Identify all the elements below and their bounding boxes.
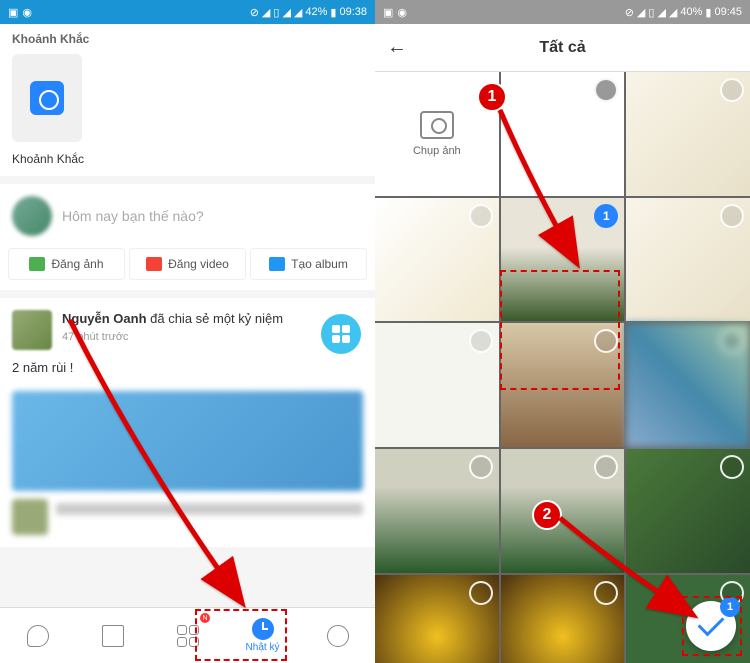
select-circle[interactable] xyxy=(594,581,618,605)
gallery-item-selected[interactable]: 1 xyxy=(501,198,625,322)
select-circle[interactable] xyxy=(594,78,618,102)
post-video-button[interactable]: Đăng video xyxy=(129,248,246,280)
select-circle[interactable] xyxy=(720,78,744,102)
feed-item[interactable]: Nguyễn Oanh đã chia sẻ một kỷ niệm 47 ph… xyxy=(0,298,375,547)
grid-icon xyxy=(332,325,350,343)
post-video-label: Đăng video xyxy=(168,257,229,271)
sim-icon: ▯ xyxy=(648,6,654,19)
signal-icon: ◢ xyxy=(657,6,665,19)
select-badge[interactable]: 1 xyxy=(594,204,618,228)
camera-icon xyxy=(30,81,64,115)
battery-icon: ▮ xyxy=(330,6,336,19)
feed-text: 2 năm rùi ! xyxy=(12,350,363,385)
rotate-icon: ◉ xyxy=(397,6,407,19)
gallery-item[interactable] xyxy=(626,198,750,322)
gallery-item[interactable] xyxy=(501,449,625,573)
nav-badge: N xyxy=(199,612,211,624)
album-icon xyxy=(269,257,285,271)
select-circle[interactable] xyxy=(469,455,493,479)
gallery-item[interactable] xyxy=(501,72,625,196)
create-album-button[interactable]: Tạo album xyxy=(250,248,367,280)
picker-title[interactable]: Tất cả xyxy=(387,39,738,57)
create-album-label: Tạo album xyxy=(291,257,348,271)
nav-discover[interactable]: N xyxy=(150,608,225,663)
select-circle[interactable] xyxy=(469,204,493,228)
clock-text: 09:45 xyxy=(714,6,742,18)
gallery-item[interactable] xyxy=(375,575,499,663)
bottom-nav: N Nhật ký xyxy=(0,607,375,663)
sim-icon: ▯ xyxy=(273,6,279,19)
blurred-text xyxy=(56,503,363,515)
select-circle[interactable] xyxy=(594,455,618,479)
select-circle[interactable] xyxy=(469,329,493,353)
gallery-item[interactable] xyxy=(501,575,625,663)
nav-timeline[interactable]: Nhật ký xyxy=(225,608,300,663)
gallery-item[interactable] xyxy=(626,449,750,573)
clock-text: 09:38 xyxy=(339,6,367,18)
confirm-count-badge: 1 xyxy=(720,597,740,617)
select-circle[interactable] xyxy=(594,329,618,353)
post-photo-button[interactable]: Đăng ảnh xyxy=(8,248,125,280)
feed-action: đã chia sẻ một kỷ niệm xyxy=(147,311,284,326)
status-bar: ▣ ◉ ⊘ ◢ ▯ ◢ ◢ 40% ▮ 09:45 xyxy=(375,0,750,24)
step-badge-1: 1 xyxy=(477,82,507,112)
nav-timeline-label: Nhật ký xyxy=(246,642,280,653)
status-bar: ▣ ◉ ⊘ ◢ ▯ ◢ ◢ 42% ▮ 09:38 xyxy=(0,0,375,24)
contact-icon xyxy=(102,625,124,647)
signal-icon: ◢ xyxy=(669,6,677,19)
signal-icon: ◢ xyxy=(282,6,290,19)
step-badge-2: 2 xyxy=(532,500,562,530)
check-icon xyxy=(698,610,725,637)
picker-header: ← Tất cả xyxy=(375,24,750,72)
gallery-item[interactable] xyxy=(375,449,499,573)
apps-icon xyxy=(177,625,199,647)
mute-icon: ⊘ xyxy=(250,6,259,19)
quick-apps-button[interactable] xyxy=(321,314,361,354)
image-icon xyxy=(29,257,45,271)
chat-icon xyxy=(27,625,49,647)
confirm-button[interactable]: 1 xyxy=(686,601,736,651)
gallery-grid: Chụp ảnh 1 xyxy=(375,72,750,663)
avatar xyxy=(12,310,52,350)
screenshot-icon: ▣ xyxy=(383,6,393,19)
feed-author: Nguyễn Oanh xyxy=(62,311,147,326)
gallery-item[interactable] xyxy=(626,72,750,196)
signal-icon: ◢ xyxy=(294,6,302,19)
gallery-item[interactable] xyxy=(375,323,499,447)
select-circle[interactable] xyxy=(720,329,744,353)
user-icon xyxy=(327,625,349,647)
story-caption: Khoảnh Khắc xyxy=(0,152,375,176)
battery-icon: ▮ xyxy=(705,6,711,19)
camera-icon xyxy=(420,111,454,139)
gallery-item[interactable] xyxy=(375,198,499,322)
select-circle[interactable] xyxy=(720,455,744,479)
battery-text: 42% xyxy=(305,6,327,18)
compose-row[interactable]: Hôm nay bạn thế nào? xyxy=(0,184,375,248)
clock-icon xyxy=(252,618,274,640)
gallery-item[interactable] xyxy=(501,323,625,447)
wifi-icon: ◢ xyxy=(637,6,645,19)
nav-messages[interactable] xyxy=(0,608,75,663)
battery-text: 40% xyxy=(680,6,702,18)
select-circle[interactable] xyxy=(469,581,493,605)
capture-label: Chụp ảnh xyxy=(413,145,461,157)
feed-attachment[interactable] xyxy=(12,391,363,491)
screenshot-icon: ▣ xyxy=(8,6,18,19)
avatar xyxy=(12,196,52,236)
avatar xyxy=(12,499,48,535)
compose-placeholder: Hôm nay bạn thế nào? xyxy=(62,208,204,224)
select-circle[interactable] xyxy=(720,204,744,228)
rotate-icon: ◉ xyxy=(22,6,32,19)
mute-icon: ⊘ xyxy=(625,6,634,19)
stories-label: Khoảnh Khắc xyxy=(0,24,375,50)
post-photo-label: Đăng ảnh xyxy=(51,257,103,271)
video-icon xyxy=(146,257,162,271)
gallery-item[interactable] xyxy=(626,323,750,447)
wifi-icon: ◢ xyxy=(262,6,270,19)
nav-profile[interactable] xyxy=(300,608,375,663)
feed-timestamp: 47 phút trước xyxy=(62,330,363,345)
nav-contacts[interactable] xyxy=(75,608,150,663)
create-story-card[interactable] xyxy=(12,54,82,142)
